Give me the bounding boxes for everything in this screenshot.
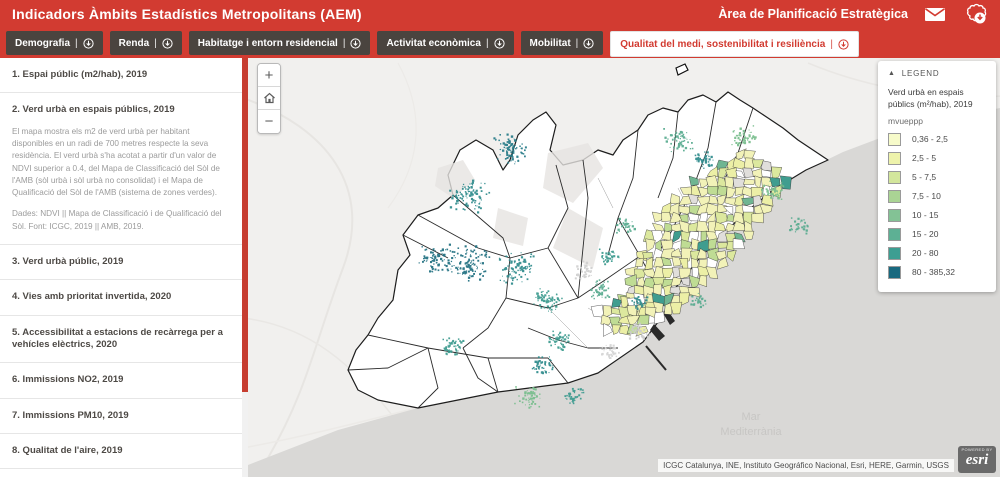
sidebar-item-title: 5. Accessibilitat a estacions de recàrre… bbox=[12, 327, 230, 352]
download-circle-icon bbox=[583, 38, 594, 49]
sidebar-item-description: El mapa mostra els m2 de verd urbà per h… bbox=[12, 126, 230, 200]
map-attribution: ICGC Catalunya, INE, Instituto Geográfic… bbox=[658, 459, 954, 472]
home-button[interactable] bbox=[258, 87, 280, 110]
legend-panel: ▲ LEGEND Verd urbà en espais públics (m²… bbox=[878, 61, 996, 292]
tab-label: Demografia bbox=[15, 38, 70, 49]
legend-header[interactable]: ▲ LEGEND bbox=[888, 69, 986, 78]
legend-swatch bbox=[888, 209, 901, 222]
map-canvas[interactable]: MarMediterrània + − ▲ LEGEND Verd urbà e… bbox=[248, 58, 1000, 477]
legend-class-row: 7,5 - 10 bbox=[888, 187, 986, 206]
sidebar-item-title: 3. Verd urbà públic, 2019 bbox=[12, 256, 230, 268]
sidebar-item-2[interactable]: 2. Verd urbà en espais públics, 2019 El m… bbox=[0, 93, 242, 245]
sidebar-item-8[interactable]: 8. Qualitat de l'aire, 2019 bbox=[0, 434, 242, 469]
sidebar-item-5[interactable]: 5. Accessibilitat a estacions de recàrre… bbox=[0, 316, 242, 364]
tab-mobilitat[interactable]: Mobilitat | bbox=[521, 31, 604, 55]
sidebar-item-1[interactable]: 1. Espai públic (m2/hab), 2019 bbox=[0, 58, 242, 93]
tab-separator: | bbox=[830, 39, 833, 50]
download-circle-icon bbox=[350, 38, 361, 49]
legend-swatch bbox=[888, 133, 901, 146]
download-circle-icon bbox=[838, 39, 849, 50]
zoom-in-button[interactable]: + bbox=[258, 64, 280, 87]
app-header: Indicadors Àmbits Estadístics Metropolit… bbox=[0, 0, 1000, 28]
legend-range-label: 0,36 - 2,5 bbox=[912, 134, 948, 144]
tab-habitatge-i-entorn-residencial[interactable]: Habitatge i entorn residencial | bbox=[189, 31, 371, 55]
legend-swatch bbox=[888, 228, 901, 241]
legend-class-row: 5 - 7,5 bbox=[888, 168, 986, 187]
sidebar-item-title: 4. Vies amb prioritat invertida, 2020 bbox=[12, 291, 230, 303]
tab-qualitat-del-medi-sostenibilitat-i-resili-ncia[interactable]: Qualitat del medi, sostenibilitat i resi… bbox=[610, 31, 859, 57]
legend-header-label: LEGEND bbox=[902, 69, 940, 78]
sidebar-item-7[interactable]: 7. Immissions PM10, 2019 bbox=[0, 399, 242, 434]
legend-range-label: 5 - 7,5 bbox=[912, 172, 936, 182]
legend-class-row: 15 - 20 bbox=[888, 225, 986, 244]
download-circle-icon bbox=[162, 38, 173, 49]
esri-logo[interactable]: POWERED BY esri bbox=[958, 446, 996, 473]
tab-label: Renda bbox=[119, 38, 150, 49]
mail-icon[interactable] bbox=[922, 4, 948, 24]
tab-separator: | bbox=[576, 38, 579, 49]
zoom-out-button[interactable]: − bbox=[258, 110, 280, 133]
tab-label: Qualitat del medi, sostenibilitat i resi… bbox=[620, 39, 825, 50]
legend-swatch bbox=[888, 247, 901, 260]
legend-class-row: 10 - 15 bbox=[888, 206, 986, 225]
tab-separator: | bbox=[343, 38, 346, 49]
legend-swatch bbox=[888, 152, 901, 165]
legend-range-label: 15 - 20 bbox=[912, 229, 938, 239]
map-zoom-controls: + − bbox=[257, 63, 281, 134]
tab-separator: | bbox=[75, 38, 78, 49]
sidebar-item-3[interactable]: 3. Verd urbà públic, 2019 bbox=[0, 245, 242, 280]
legend-range-label: 7,5 - 10 bbox=[912, 191, 941, 201]
sidebar-item-title: 8. Qualitat de l'aire, 2019 bbox=[12, 445, 230, 457]
indicator-tab-bar: Demografia|Renda|Habitatge i entorn resi… bbox=[0, 28, 1000, 58]
sidebar-item-title: 1. Espai públic (m2/hab), 2019 bbox=[12, 69, 230, 81]
sidebar-item-9[interactable]: 9. Contaminació acústica, 2012 - 2017 bbox=[0, 469, 242, 477]
tab-label: Mobilitat bbox=[530, 38, 571, 49]
legend-range-label: 10 - 15 bbox=[912, 210, 938, 220]
legend-layer-title: Verd urbà en espais públics (m²/hab), 20… bbox=[888, 87, 986, 111]
tab-activitat-econ-mica[interactable]: Activitat econòmica | bbox=[377, 31, 513, 55]
legend-field-name: mvueppp bbox=[888, 116, 986, 126]
sidebar-item-6[interactable]: 6. Immissions NO2, 2019 bbox=[0, 363, 242, 398]
tab-label: Activitat econòmica bbox=[386, 38, 480, 49]
territory-download-icon[interactable] bbox=[962, 4, 988, 24]
tab-separator: | bbox=[154, 38, 157, 49]
legend-range-label: 2,5 - 5 bbox=[912, 153, 936, 163]
org-label: Àrea de Planificació Estratègica bbox=[718, 7, 908, 21]
tab-label: Habitatge i entorn residencial bbox=[198, 38, 338, 49]
esri-powered-by: POWERED BY bbox=[958, 448, 996, 452]
app-title: Indicadors Àmbits Estadístics Metropolit… bbox=[12, 6, 362, 22]
legend-class-row: 20 - 80 bbox=[888, 244, 986, 263]
sidebar-item-4[interactable]: 4. Vies amb prioritat invertida, 2020 bbox=[0, 280, 242, 315]
esri-brand: esri bbox=[958, 453, 996, 468]
legend-swatch bbox=[888, 266, 901, 279]
sidebar-item-title: 2. Verd urbà en espais públics, 2019 bbox=[12, 104, 230, 116]
download-circle-icon bbox=[494, 38, 505, 49]
sidebar-item-source: Dades: NDVI || Mapa de Classificació i d… bbox=[12, 208, 230, 233]
legend-class-row: 0,36 - 2,5 bbox=[888, 130, 986, 149]
legend-range-label: 20 - 80 bbox=[912, 248, 938, 258]
legend-swatch bbox=[888, 171, 901, 184]
collapse-caret-icon: ▲ bbox=[888, 70, 896, 77]
sidebar-item-title: 6. Immissions NO2, 2019 bbox=[12, 374, 230, 386]
tab-demografia[interactable]: Demografia | bbox=[6, 31, 103, 55]
tab-renda[interactable]: Renda | bbox=[110, 31, 182, 55]
legend-class-row: 2,5 - 5 bbox=[888, 149, 986, 168]
tab-separator: | bbox=[486, 38, 489, 49]
download-circle-icon bbox=[83, 38, 94, 49]
legend-class-row: 80 - 385,32 bbox=[888, 263, 986, 282]
indicator-sidebar: 1. Espai públic (m2/hab), 2019 2. Verd ur… bbox=[0, 58, 248, 477]
legend-range-label: 80 - 385,32 bbox=[912, 267, 955, 277]
legend-swatch bbox=[888, 190, 901, 203]
sidebar-item-title: 7. Immissions PM10, 2019 bbox=[12, 410, 230, 422]
home-icon bbox=[263, 92, 276, 104]
